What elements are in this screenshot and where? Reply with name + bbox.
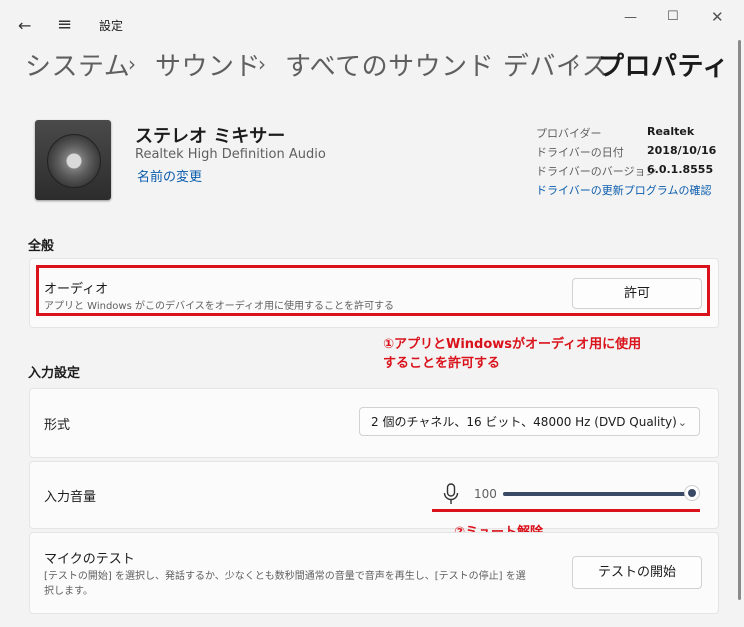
mic-test-title: マイクのテスト (44, 552, 135, 567)
driver-date-value: 2018/10/16 (647, 144, 717, 157)
window-title: 設定 (99, 19, 124, 33)
start-test-button[interactable]: テストの開始 (572, 556, 702, 589)
annotation-note-1-line1: ①アプリとWindowsがオーディオ用に使用 (383, 337, 642, 352)
breadcrumb-system[interactable]: システム (25, 46, 130, 83)
allow-button[interactable]: 許可 (572, 278, 702, 309)
driver-description: Realtek High Definition Audio (135, 147, 326, 162)
input-settings-heading: 入力設定 (28, 366, 81, 381)
audio-title: オーディオ (44, 282, 109, 297)
scrollbar[interactable] (738, 40, 741, 600)
chevron-right-icon: › (572, 52, 580, 76)
volume-label: 入力音量 (44, 490, 97, 505)
driver-update-link[interactable]: ドライバーの更新プログラムの確認 (536, 182, 711, 198)
driver-version-value: 6.0.1.8555 (647, 163, 714, 176)
format-select[interactable]: 2 個のチャネル、16 ビット、48000 Hz (DVD Quality) ⌄ (359, 407, 700, 436)
format-label: 形式 (44, 418, 71, 433)
breadcrumb-sound[interactable]: サウンド (155, 46, 261, 83)
driver-version-label: ドライバーのバージョン (536, 165, 657, 178)
chevron-down-icon: ⌄ (677, 416, 687, 429)
device-name: ステレオ ミキサー (135, 126, 286, 147)
driver-date-label: ドライバーの日付 (536, 146, 624, 159)
annotation-note-1-line2: することを許可する (383, 356, 501, 371)
hamburger-menu-icon[interactable]: ≡ (57, 16, 72, 34)
chevron-right-icon: › (128, 52, 136, 76)
breadcrumb-all-devices[interactable]: すべてのサウンド デバイス (285, 46, 608, 83)
volume-slider-fill (503, 492, 692, 496)
rename-link[interactable]: 名前の変更 (137, 166, 202, 185)
close-icon[interactable]: ✕ (711, 8, 724, 26)
audio-description: アプリと Windows がこのデバイスをオーディオ用に使用することを許可する (44, 301, 394, 312)
volume-value: 100 (474, 487, 497, 501)
mic-test-desc-line1: [テストの開始] を選択し、発話するか、少なくとも数秒間通常の音量で音声を再生し… (44, 571, 526, 582)
volume-slider-track[interactable] (503, 492, 692, 496)
chevron-right-icon: › (258, 52, 266, 76)
maximize-icon[interactable]: ☐ (667, 9, 679, 24)
minimize-icon[interactable]: — (624, 10, 637, 25)
back-arrow-icon[interactable]: ← (18, 18, 31, 34)
format-select-value: 2 個のチャネル、16 ビット、48000 Hz (DVD Quality) (371, 415, 677, 429)
speaker-icon (35, 120, 111, 200)
mic-test-desc-line2: 択します。 (44, 586, 93, 597)
microphone-icon[interactable] (442, 483, 460, 505)
general-heading: 全般 (28, 239, 55, 254)
provider-value: Realtek (647, 125, 695, 138)
provider-label: プロバイダー (536, 127, 602, 140)
page-title: プロパティ (598, 52, 729, 82)
annotation-underline-mute (432, 509, 700, 512)
volume-slider-thumb[interactable] (684, 485, 700, 501)
